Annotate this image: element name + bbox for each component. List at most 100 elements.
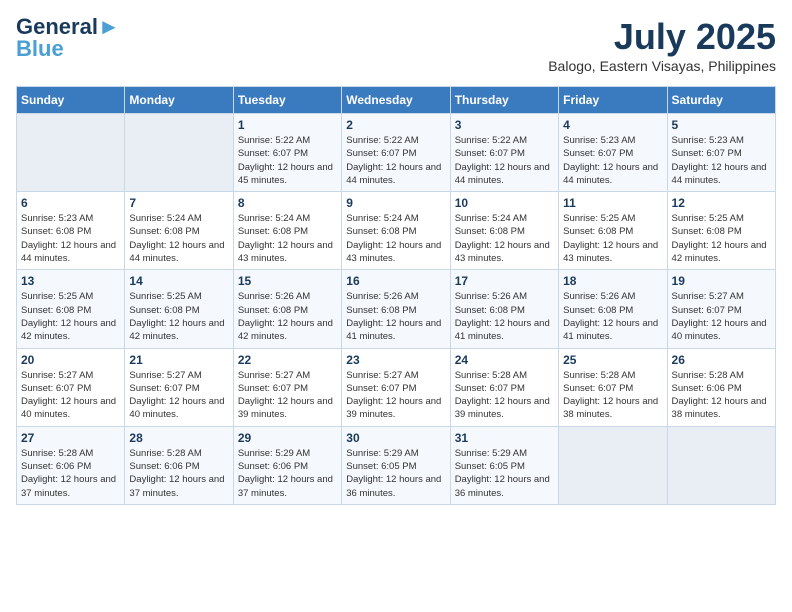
day-info: Sunrise: 5:29 AM Sunset: 6:06 PM Dayligh…: [238, 447, 337, 500]
day-info: Sunrise: 5:29 AM Sunset: 6:05 PM Dayligh…: [346, 447, 445, 500]
day-info: Sunrise: 5:27 AM Sunset: 6:07 PM Dayligh…: [346, 369, 445, 422]
day-number: 10: [455, 196, 554, 210]
day-info: Sunrise: 5:23 AM Sunset: 6:07 PM Dayligh…: [672, 134, 771, 187]
day-number: 22: [238, 353, 337, 367]
calendar-cell: 5 Sunrise: 5:23 AM Sunset: 6:07 PM Daylig…: [667, 114, 775, 192]
day-info: Sunrise: 5:28 AM Sunset: 6:06 PM Dayligh…: [129, 447, 228, 500]
day-number: 21: [129, 353, 228, 367]
day-number: 31: [455, 431, 554, 445]
day-info: Sunrise: 5:25 AM Sunset: 6:08 PM Dayligh…: [21, 290, 120, 343]
day-number: 6: [21, 196, 120, 210]
calendar-cell: 20 Sunrise: 5:27 AM Sunset: 6:07 PM Dayli…: [17, 348, 125, 426]
calendar-week-row: 1 Sunrise: 5:22 AM Sunset: 6:07 PM Daylig…: [17, 114, 776, 192]
day-number: 20: [21, 353, 120, 367]
calendar-cell: 7 Sunrise: 5:24 AM Sunset: 6:08 PM Daylig…: [125, 192, 233, 270]
day-number: 15: [238, 274, 337, 288]
weekday-header-row: SundayMondayTuesdayWednesdayThursdayFrid…: [17, 87, 776, 114]
day-number: 23: [346, 353, 445, 367]
day-number: 1: [238, 118, 337, 132]
day-number: 2: [346, 118, 445, 132]
day-number: 7: [129, 196, 228, 210]
day-number: 5: [672, 118, 771, 132]
calendar-cell: 13 Sunrise: 5:25 AM Sunset: 6:08 PM Dayli…: [17, 270, 125, 348]
weekday-header-cell: Friday: [559, 87, 667, 114]
calendar-cell: [559, 426, 667, 504]
calendar-cell: 21 Sunrise: 5:27 AM Sunset: 6:07 PM Dayli…: [125, 348, 233, 426]
day-number: 26: [672, 353, 771, 367]
calendar-cell: 25Sunrise: 5:28 AM Sunset: 6:07 PM Dayli…: [559, 348, 667, 426]
weekday-header-cell: Sunday: [17, 87, 125, 114]
calendar-cell: 17 Sunrise: 5:26 AM Sunset: 6:08 PM Dayli…: [450, 270, 558, 348]
day-info: Sunrise: 5:27 AM Sunset: 6:07 PM Dayligh…: [129, 369, 228, 422]
day-number: 12: [672, 196, 771, 210]
logo: General►Blue: [16, 16, 120, 60]
day-number: 4: [563, 118, 662, 132]
day-info: Sunrise: 5:28 AM Sunset: 6:07 PM Dayligh…: [563, 369, 662, 422]
day-number: 8: [238, 196, 337, 210]
weekday-header-cell: Wednesday: [342, 87, 450, 114]
calendar-cell: 15 Sunrise: 5:26 AM Sunset: 6:08 PM Dayli…: [233, 270, 341, 348]
calendar-cell: 4 Sunrise: 5:23 AM Sunset: 6:07 PM Daylig…: [559, 114, 667, 192]
day-number: 19: [672, 274, 771, 288]
month-title: July 2025: [548, 16, 776, 58]
calendar-cell: 6Sunrise: 5:23 AM Sunset: 6:08 PM Daylig…: [17, 192, 125, 270]
calendar-cell: 3 Sunrise: 5:22 AM Sunset: 6:07 PM Daylig…: [450, 114, 558, 192]
calendar-cell: 11Sunrise: 5:25 AM Sunset: 6:08 PM Dayli…: [559, 192, 667, 270]
calendar-cell: [17, 114, 125, 192]
day-info: Sunrise: 5:22 AM Sunset: 6:07 PM Dayligh…: [346, 134, 445, 187]
calendar-cell: 30Sunrise: 5:29 AM Sunset: 6:05 PM Dayli…: [342, 426, 450, 504]
day-info: Sunrise: 5:26 AM Sunset: 6:08 PM Dayligh…: [238, 290, 337, 343]
day-info: Sunrise: 5:23 AM Sunset: 6:07 PM Dayligh…: [563, 134, 662, 187]
day-info: Sunrise: 5:29 AM Sunset: 6:05 PM Dayligh…: [455, 447, 554, 500]
calendar-cell: 2 Sunrise: 5:22 AM Sunset: 6:07 PM Daylig…: [342, 114, 450, 192]
weekday-header-cell: Thursday: [450, 87, 558, 114]
day-info: Sunrise: 5:27 AM Sunset: 6:07 PM Dayligh…: [238, 369, 337, 422]
calendar-week-row: 6Sunrise: 5:23 AM Sunset: 6:08 PM Daylig…: [17, 192, 776, 270]
calendar-cell: [667, 426, 775, 504]
calendar-cell: 19 Sunrise: 5:27 AM Sunset: 6:07 PM Dayli…: [667, 270, 775, 348]
calendar-cell: 29 Sunrise: 5:29 AM Sunset: 6:06 PM Dayli…: [233, 426, 341, 504]
day-info: Sunrise: 5:24 AM Sunset: 6:08 PM Dayligh…: [346, 212, 445, 265]
day-info: Sunrise: 5:27 AM Sunset: 6:07 PM Dayligh…: [21, 369, 120, 422]
title-block: July 2025 Balogo, Eastern Visayas, Phili…: [548, 16, 776, 74]
calendar-cell: 16 Sunrise: 5:26 AM Sunset: 6:08 PM Dayli…: [342, 270, 450, 348]
calendar-week-row: 27 Sunrise: 5:28 AM Sunset: 6:06 PM Dayli…: [17, 426, 776, 504]
day-number: 27: [21, 431, 120, 445]
day-number: 24: [455, 353, 554, 367]
day-number: 9: [346, 196, 445, 210]
weekday-header-cell: Tuesday: [233, 87, 341, 114]
calendar-cell: 12Sunrise: 5:25 AM Sunset: 6:08 PM Dayli…: [667, 192, 775, 270]
day-number: 3: [455, 118, 554, 132]
calendar-cell: 8Sunrise: 5:24 AM Sunset: 6:08 PM Daylig…: [233, 192, 341, 270]
day-number: 17: [455, 274, 554, 288]
calendar-cell: 1Sunrise: 5:22 AM Sunset: 6:07 PM Daylig…: [233, 114, 341, 192]
day-number: 18: [563, 274, 662, 288]
calendar-cell: 14 Sunrise: 5:25 AM Sunset: 6:08 PM Dayli…: [125, 270, 233, 348]
day-info: Sunrise: 5:28 AM Sunset: 6:06 PM Dayligh…: [21, 447, 120, 500]
calendar-cell: 26Sunrise: 5:28 AM Sunset: 6:06 PM Dayli…: [667, 348, 775, 426]
weekday-header-cell: Monday: [125, 87, 233, 114]
day-number: 29: [238, 431, 337, 445]
day-info: Sunrise: 5:27 AM Sunset: 6:07 PM Dayligh…: [672, 290, 771, 343]
day-info: Sunrise: 5:22 AM Sunset: 6:07 PM Dayligh…: [455, 134, 554, 187]
day-number: 16: [346, 274, 445, 288]
day-number: 11: [563, 196, 662, 210]
calendar-cell: 27 Sunrise: 5:28 AM Sunset: 6:06 PM Dayli…: [17, 426, 125, 504]
day-number: 14: [129, 274, 228, 288]
day-info: Sunrise: 5:26 AM Sunset: 6:08 PM Dayligh…: [455, 290, 554, 343]
day-info: Sunrise: 5:26 AM Sunset: 6:08 PM Dayligh…: [563, 290, 662, 343]
logo-text: General►Blue: [16, 16, 120, 60]
calendar-cell: 31 Sunrise: 5:29 AM Sunset: 6:05 PM Dayli…: [450, 426, 558, 504]
day-info: Sunrise: 5:24 AM Sunset: 6:08 PM Dayligh…: [129, 212, 228, 265]
weekday-header-cell: Saturday: [667, 87, 775, 114]
day-info: Sunrise: 5:25 AM Sunset: 6:08 PM Dayligh…: [129, 290, 228, 343]
calendar-cell: 22 Sunrise: 5:27 AM Sunset: 6:07 PM Dayli…: [233, 348, 341, 426]
calendar-cell: 9 Sunrise: 5:24 AM Sunset: 6:08 PM Daylig…: [342, 192, 450, 270]
day-number: 13: [21, 274, 120, 288]
calendar-cell: [125, 114, 233, 192]
day-info: Sunrise: 5:28 AM Sunset: 6:07 PM Dayligh…: [455, 369, 554, 422]
calendar-cell: 18 Sunrise: 5:26 AM Sunset: 6:08 PM Dayli…: [559, 270, 667, 348]
day-info: Sunrise: 5:26 AM Sunset: 6:08 PM Dayligh…: [346, 290, 445, 343]
day-number: 28: [129, 431, 228, 445]
calendar-cell: 23 Sunrise: 5:27 AM Sunset: 6:07 PM Dayli…: [342, 348, 450, 426]
